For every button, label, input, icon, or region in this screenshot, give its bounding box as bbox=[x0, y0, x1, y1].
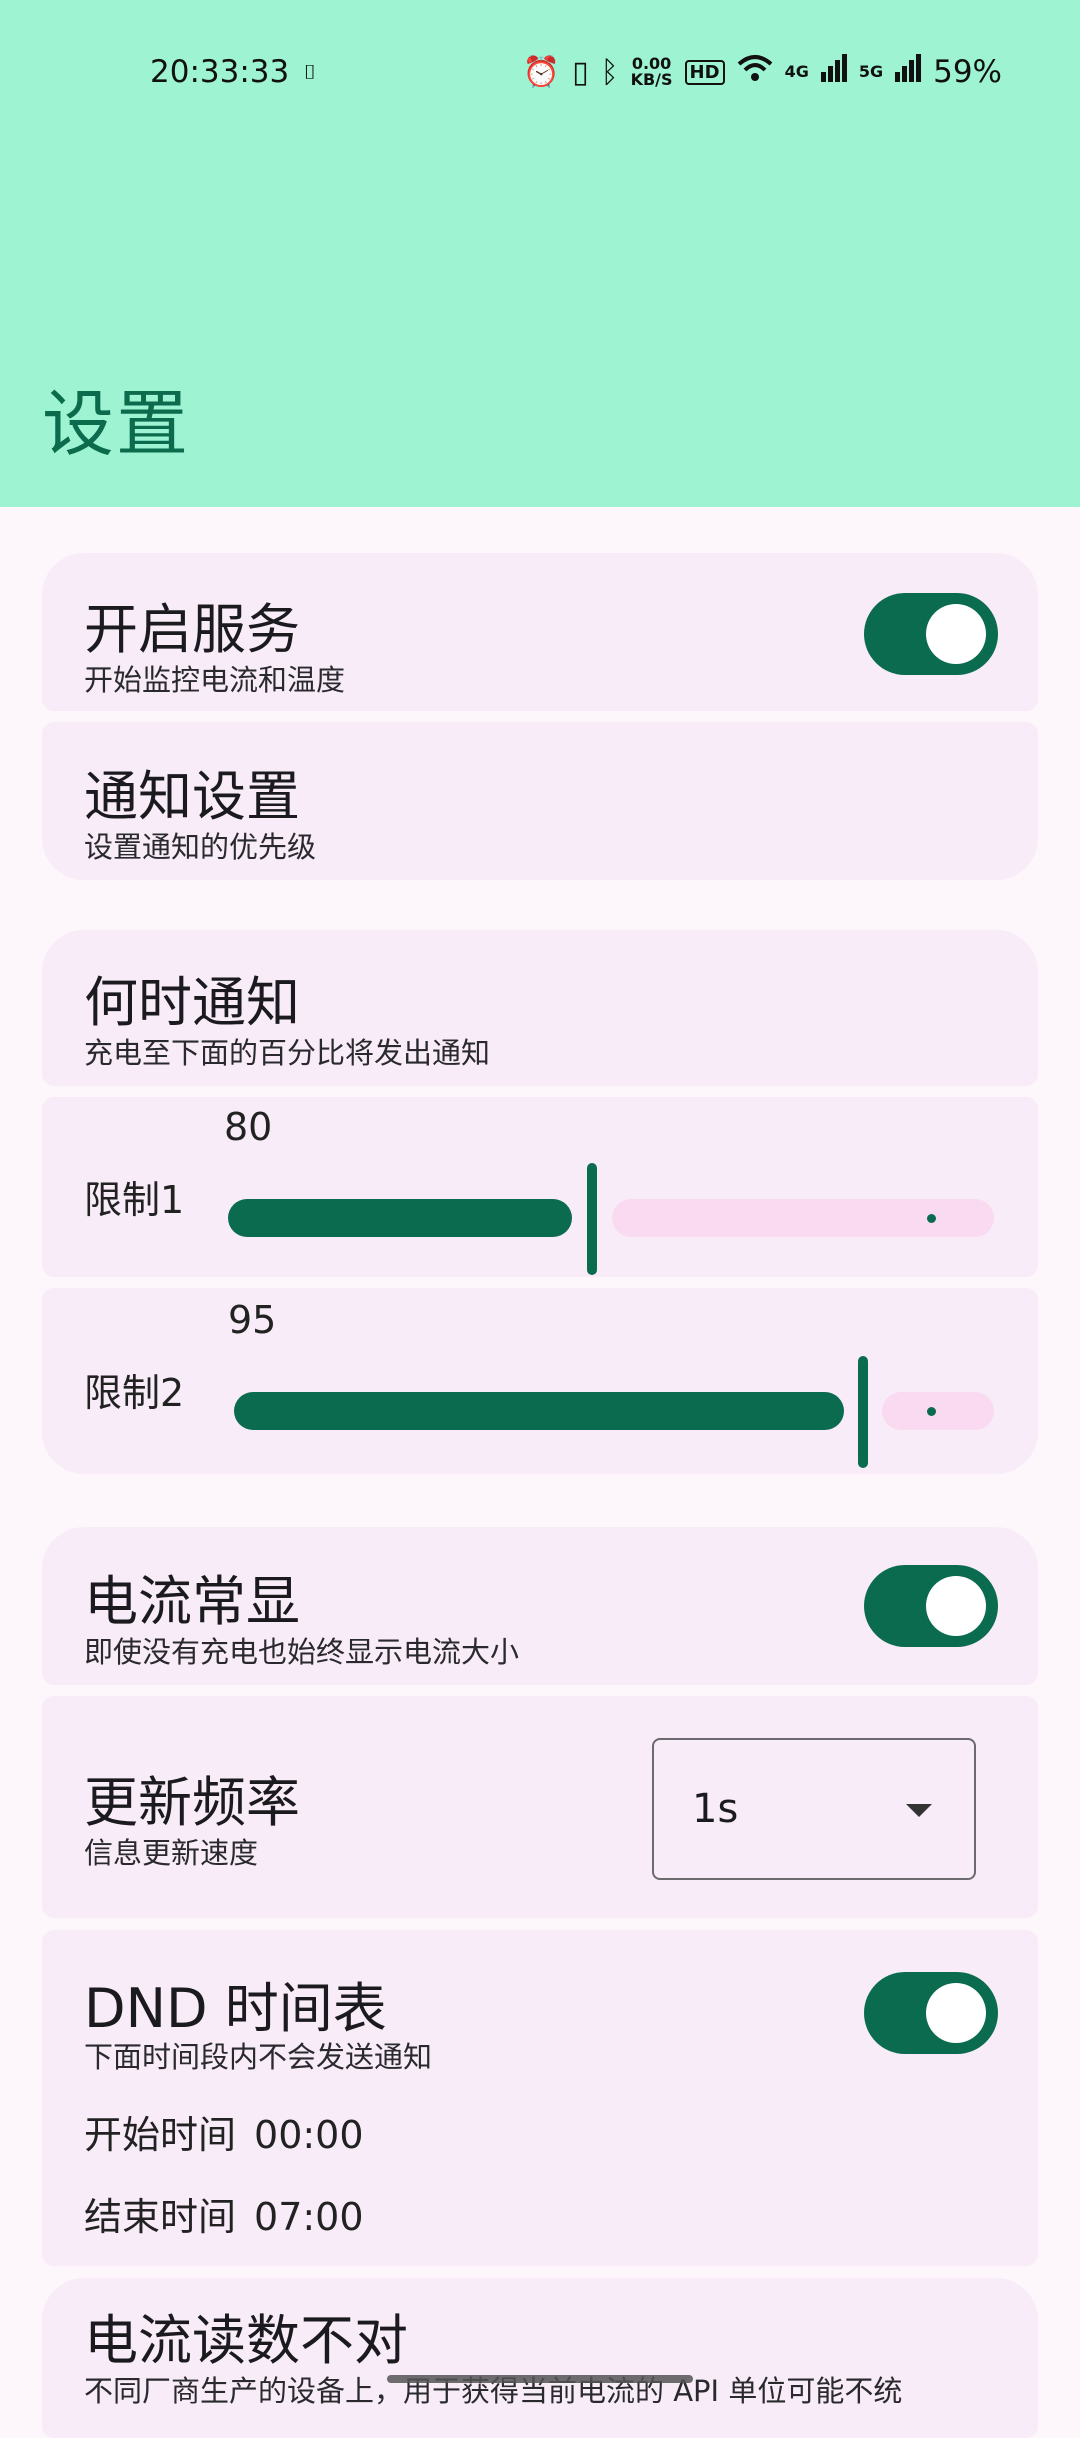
when-notify-title: 何时通知 bbox=[84, 971, 300, 1034]
dnd-end-row[interactable]: 结束时间 07:00 bbox=[84, 2186, 364, 2241]
network-speed: 0.00 KB/S bbox=[631, 56, 673, 88]
limit2-track-inactive[interactable] bbox=[882, 1392, 994, 1430]
when-notify-card: 何时通知 充电至下面的百分比将发出通知 bbox=[42, 930, 1038, 1086]
dropdown-arrow-icon bbox=[906, 1804, 932, 1817]
dnd-start-value[interactable]: 00:00 bbox=[254, 2113, 364, 2157]
signal-icon-2 bbox=[895, 54, 922, 90]
limit2-value: 95 bbox=[228, 1298, 277, 1342]
limit2-label: 限制2 bbox=[84, 1371, 185, 1415]
dnd-start-label: 开始时间 bbox=[84, 2113, 237, 2157]
app-bar: 20:33:33 ⌷ ⏰ ▯ ᛒ 0.00 KB/S HD 4G 5G 59% bbox=[0, 0, 1080, 507]
wrong-reading-card[interactable]: 电流读数不对 不同厂商生产的设备上，用于获得当前电流的 API 单位可能不统 bbox=[42, 2278, 1038, 2438]
always-show-card[interactable]: 电流常显 即使没有充电也始终显示电流大小 bbox=[42, 1527, 1038, 1685]
service-card[interactable]: 开启服务 开始监控电流和温度 bbox=[42, 553, 1038, 711]
limit1-track-active bbox=[228, 1199, 572, 1237]
page-title: 设置 bbox=[42, 382, 191, 466]
update-rate-selected: 1s bbox=[692, 1786, 739, 1832]
limit1-slider-thumb[interactable] bbox=[587, 1163, 597, 1275]
notify-settings-card[interactable]: 通知设置 设置通知的优先级 bbox=[42, 722, 1038, 880]
notification-icon: ⌷ bbox=[304, 60, 316, 84]
dnd-toggle[interactable] bbox=[864, 1972, 998, 2054]
signal-icon-1 bbox=[820, 54, 847, 90]
limit2-card: 95 限制2 bbox=[42, 1288, 1038, 1474]
limit2-slider-thumb[interactable] bbox=[858, 1356, 868, 1468]
update-rate-card: 更新频率 信息更新速度 1s bbox=[42, 1696, 1038, 1918]
notify-settings-title: 通知设置 bbox=[84, 765, 300, 828]
always-show-subtitle: 即使没有充电也始终显示电流大小 bbox=[84, 1635, 520, 1669]
battery-level: 59% bbox=[933, 54, 1002, 90]
network-speed-unit: KB/S bbox=[630, 70, 673, 89]
dnd-subtitle: 下面时间段内不会发送通知 bbox=[84, 2040, 433, 2074]
update-rate-title: 更新频率 bbox=[84, 1771, 300, 1834]
status-time: 20:33:33 bbox=[150, 54, 290, 90]
dnd-card: DND 时间表 下面时间段内不会发送通知 开始时间 00:00 结束时间 07:00 bbox=[42, 1930, 1038, 2266]
limit1-track-inactive[interactable] bbox=[612, 1199, 994, 1237]
service-title: 开启服务 bbox=[84, 598, 300, 661]
when-notify-subtitle: 充电至下面的百分比将发出通知 bbox=[84, 1036, 491, 1070]
limit2-track-end-dot bbox=[927, 1407, 936, 1416]
update-rate-dropdown[interactable]: 1s bbox=[652, 1738, 976, 1880]
toggle-knob bbox=[926, 1983, 986, 2043]
limit1-card: 80 限制1 bbox=[42, 1097, 1038, 1277]
hd-icon: HD bbox=[684, 59, 725, 85]
gesture-bar[interactable] bbox=[387, 2375, 693, 2383]
dnd-end-label: 结束时间 bbox=[84, 2195, 237, 2239]
always-show-toggle[interactable] bbox=[864, 1565, 998, 1647]
alarm-icon: ⏰ bbox=[522, 54, 561, 90]
toggle-knob bbox=[926, 1576, 986, 1636]
service-toggle[interactable] bbox=[864, 593, 998, 675]
limit1-value: 80 bbox=[224, 1105, 273, 1149]
dnd-title: DND 时间表 bbox=[84, 1977, 387, 2040]
toggle-knob bbox=[926, 604, 986, 664]
always-show-title: 电流常显 bbox=[84, 1570, 300, 1633]
limit2-track-active bbox=[234, 1392, 844, 1430]
network-type-1: 4G bbox=[784, 62, 809, 81]
limit1-label: 限制1 bbox=[84, 1178, 185, 1222]
status-bar: 20:33:33 ⌷ ⏰ ▯ ᛒ 0.00 KB/S HD 4G 5G 59% bbox=[0, 40, 1080, 106]
service-subtitle: 开始监控电流和温度 bbox=[84, 663, 346, 697]
wifi-icon bbox=[737, 54, 773, 90]
limit1-track-end-dot bbox=[927, 1214, 936, 1223]
bluetooth-icon: ᛒ bbox=[600, 54, 619, 90]
dnd-start-row[interactable]: 开始时间 00:00 bbox=[84, 2104, 364, 2159]
network-type-2: 5G bbox=[858, 62, 884, 81]
vibrate-icon: ▯ bbox=[572, 54, 589, 90]
status-icons: ⏰ ▯ ᛒ 0.00 KB/S HD 4G 5G 59% bbox=[523, 54, 1002, 90]
dnd-end-value[interactable]: 07:00 bbox=[254, 2195, 364, 2239]
wrong-reading-title: 电流读数不对 bbox=[84, 2309, 408, 2372]
notify-settings-subtitle: 设置通知的优先级 bbox=[84, 830, 317, 864]
update-rate-subtitle: 信息更新速度 bbox=[84, 1836, 259, 1870]
